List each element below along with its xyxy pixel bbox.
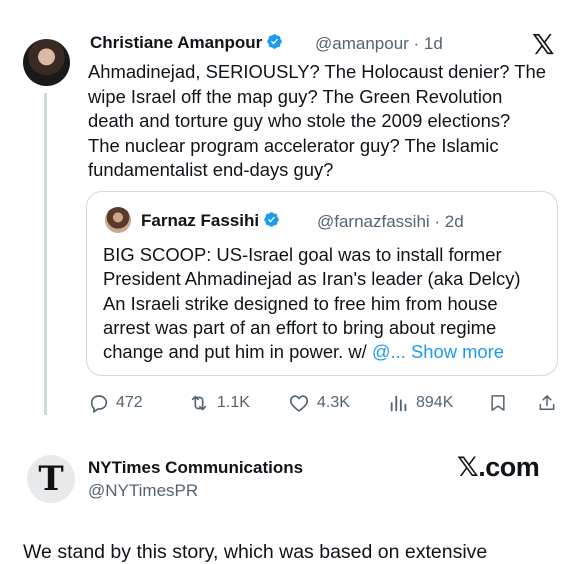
show-more-link[interactable]: @... Show more — [372, 341, 504, 362]
like-button[interactable]: 4.3K — [287, 392, 350, 414]
author-name-text: Christiane Amanpour — [90, 33, 263, 52]
x-com-watermark: 𝕏.com — [457, 452, 540, 482]
avatar-amanpour[interactable] — [23, 39, 70, 86]
heart-icon — [289, 395, 309, 412]
bookmark-button[interactable] — [488, 392, 508, 414]
avatar-fassihi[interactable] — [105, 207, 131, 233]
share-button[interactable] — [537, 392, 557, 414]
verified-badge-icon — [264, 212, 279, 227]
author-name[interactable]: Christiane Amanpour — [90, 33, 283, 53]
views-icon — [390, 395, 407, 412]
avatar-nytimes[interactable]: T — [27, 455, 75, 503]
repost-icon — [191, 395, 207, 411]
views-button[interactable]: 894K — [388, 392, 453, 414]
repost-count: 1.1K — [217, 394, 250, 411]
bookmark-icon — [491, 395, 505, 411]
reply-button[interactable]: 472 — [88, 392, 143, 414]
author-name[interactable]: NYTimes Communications — [88, 458, 303, 478]
verified-badge-icon — [267, 34, 282, 49]
nyt-logo-icon: T — [38, 459, 64, 499]
share-icon — [539, 395, 555, 410]
quoted-author-name-text: Farnaz Fassihi — [141, 211, 260, 230]
thread-line — [44, 93, 47, 415]
author-handle[interactable]: @NYTimesPR — [88, 481, 198, 501]
x-logo-icon: 𝕏 — [532, 29, 555, 60]
tweet-text: We stand by this story, which was based … — [23, 541, 488, 563]
author-handle-time[interactable]: @amanpour · 1d — [315, 34, 443, 54]
quoted-author-name[interactable]: Farnaz Fassihi — [141, 211, 280, 231]
quoted-handle-time[interactable]: @farnazfassihi · 2d — [317, 212, 464, 232]
tweet-text: Ahmadinejad, SERIOUSLY? The Holocaust de… — [88, 61, 546, 180]
reply-icon — [90, 395, 108, 414]
reply-count: 472 — [116, 394, 143, 411]
quoted-tweet-text: BIG SCOOP: US-Israel goal was to install… — [103, 243, 548, 364]
repost-button[interactable]: 1.1K — [187, 392, 250, 414]
views-count: 894K — [416, 394, 454, 411]
like-count: 4.3K — [317, 394, 350, 411]
